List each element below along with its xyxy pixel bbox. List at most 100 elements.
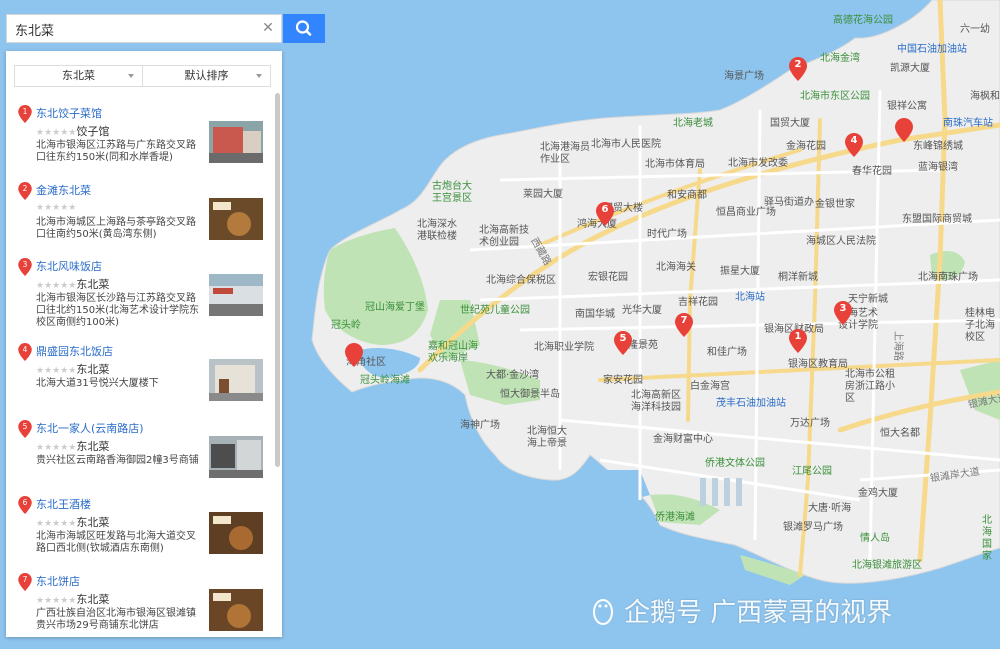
map-label[interactable]: 江尾公园 bbox=[792, 466, 832, 478]
map-label[interactable]: 桐洋新城 bbox=[778, 272, 818, 284]
map-label[interactable]: 金银世家 bbox=[815, 199, 855, 211]
map-label[interactable]: 时代广场 bbox=[647, 229, 687, 241]
map-marker-1[interactable]: 1 bbox=[789, 329, 807, 353]
map-label[interactable]: 侨港海滩 bbox=[655, 512, 695, 524]
result-name[interactable]: 鼎盛园东北饭店 bbox=[36, 343, 113, 359]
map-label[interactable]: 世纪苑儿童公园 bbox=[460, 305, 530, 317]
map-label[interactable]: 海城区人民法院 bbox=[806, 236, 876, 248]
search-button[interactable] bbox=[283, 14, 325, 43]
result-thumbnail[interactable] bbox=[209, 359, 263, 401]
category-filter[interactable]: 东北菜 bbox=[15, 66, 143, 86]
map-label[interactable]: 光华大厦 bbox=[622, 305, 662, 317]
result-thumbnail[interactable] bbox=[209, 121, 263, 163]
search-input[interactable] bbox=[7, 15, 267, 44]
map-label[interactable]: 北海市发改委 bbox=[728, 158, 788, 170]
result-thumbnail[interactable] bbox=[209, 274, 263, 316]
map-label[interactable]: 东峰锦绣城 bbox=[913, 141, 963, 153]
map-marker-6[interactable]: 6 bbox=[596, 202, 614, 226]
result-thumbnail[interactable] bbox=[209, 198, 263, 240]
result-item[interactable]: 4 鼎盛园东北饭店 ★★★★★东北菜 北海大道31号悦兴大厦楼下 bbox=[6, 341, 272, 417]
map-label[interactable]: 北海市公租房浙江路小区 bbox=[845, 369, 903, 405]
map-label[interactable]: 天宁新城 bbox=[848, 294, 888, 306]
map-label[interactable]: 北海市东区公园 bbox=[800, 91, 870, 103]
map-label[interactable]: 金海财富中心 bbox=[653, 434, 713, 446]
result-name[interactable]: 东北饺子菜馆 bbox=[36, 105, 102, 121]
map-marker-8[interactable] bbox=[895, 118, 913, 142]
scrollbar[interactable] bbox=[275, 93, 280, 467]
map-label[interactable]: 北海高新技术创业园 bbox=[479, 225, 529, 249]
map-label[interactable]: 冠头岭海滩 bbox=[360, 375, 410, 387]
result-thumbnail[interactable] bbox=[209, 589, 263, 631]
map-label[interactable]: 金海花园 bbox=[786, 141, 826, 153]
result-thumbnail[interactable] bbox=[209, 512, 263, 554]
result-item[interactable]: 1 东北饺子菜馆 ★★★★★饺子馆 北海市银海区江苏路与广东路交叉路口往东约15… bbox=[6, 103, 272, 179]
map-label[interactable]: 银滩罗马广场 bbox=[783, 522, 843, 534]
map-label[interactable]: 北海南珠广场 bbox=[918, 272, 978, 284]
map-label[interactable]: 南珠汽车站 bbox=[943, 118, 993, 130]
map-marker-3[interactable]: 3 bbox=[834, 301, 852, 325]
sort-filter[interactable]: 默认排序 bbox=[143, 66, 270, 86]
map-label[interactable]: 春华花园 bbox=[852, 166, 892, 178]
map-label[interactable]: 六一幼 bbox=[960, 24, 990, 36]
result-name[interactable]: 东北风味饭店 bbox=[36, 258, 102, 274]
map-label[interactable]: 振星大厦 bbox=[720, 266, 760, 278]
map-marker-4[interactable]: 4 bbox=[845, 133, 863, 157]
map-label[interactable]: 银祥公寓 bbox=[887, 101, 927, 113]
map-label[interactable]: 北海国家 bbox=[982, 515, 1000, 563]
map-label[interactable]: 情人岛 bbox=[860, 533, 890, 545]
map-label[interactable]: 侨港文体公园 bbox=[705, 458, 765, 470]
map-marker-2[interactable]: 2 bbox=[789, 57, 807, 81]
map-label[interactable]: 和安商都 bbox=[667, 190, 707, 202]
map-label[interactable]: 嘉和冠山海欢乐海岸 bbox=[428, 341, 478, 365]
map-label[interactable]: 北海港海员作业区 bbox=[540, 142, 590, 166]
result-item[interactable]: 5 东北一家人(云南路店) ★★★★★东北菜 贵兴社区云南路香海御园2幢3号商铺 bbox=[6, 418, 272, 494]
map-marker-5[interactable]: 5 bbox=[614, 331, 632, 355]
map-label[interactable]: 北海海关 bbox=[656, 262, 696, 274]
map-label[interactable]: 北海金湾 bbox=[820, 53, 860, 65]
map-label[interactable]: 北海恒大海上帝景 bbox=[527, 426, 571, 450]
map-marker-10[interactable] bbox=[345, 343, 363, 367]
map-label[interactable]: 凯源大厦 bbox=[890, 63, 930, 75]
map-label[interactable]: 恒大名都 bbox=[880, 428, 920, 440]
map-label[interactable]: 莱园大厦 bbox=[523, 189, 563, 201]
result-item[interactable]: 2 金滩东北菜 ★★★★★ 北海市海城区上海路与茶亭路交叉路口往南约50米(黄岛… bbox=[6, 180, 272, 256]
map-label[interactable]: 桂林电子北海校区 bbox=[965, 308, 1000, 344]
result-name[interactable]: 东北王酒楼 bbox=[36, 496, 91, 512]
result-name[interactable]: 东北饼店 bbox=[36, 573, 80, 589]
map-label[interactable]: 茂丰石油加油站 bbox=[716, 398, 786, 410]
map-label[interactable]: 恒昌商业广场 bbox=[716, 207, 776, 219]
map-label[interactable]: 隆景苑 bbox=[628, 340, 658, 352]
result-name[interactable]: 金滩东北菜 bbox=[36, 182, 91, 198]
map-label[interactable]: 蓝海银湾 bbox=[918, 162, 958, 174]
map-label[interactable]: 北海市人民医院 bbox=[591, 139, 661, 151]
map-label[interactable]: 北海综合保税区 bbox=[486, 275, 556, 287]
map-label[interactable]: 高德花海公园 bbox=[833, 15, 893, 27]
map-label[interactable]: 北海高新区海洋科技园 bbox=[631, 390, 681, 414]
map-label[interactable]: 和佳广场 bbox=[707, 347, 747, 359]
map-label[interactable]: 海景广场 bbox=[724, 71, 764, 83]
map-label[interactable]: 海枫和 bbox=[970, 91, 1000, 103]
result-item[interactable]: 3 东北风味饭店 ★★★★★东北菜 北海市银海区长沙路与江苏路交叉路口往北约15… bbox=[6, 256, 272, 332]
map-label[interactable]: 北海职业学院 bbox=[534, 342, 594, 354]
map-label[interactable]: 白金海宫 bbox=[690, 381, 730, 393]
map-label[interactable]: 大都·金沙湾 bbox=[486, 370, 539, 382]
result-item[interactable]: 7 东北饼店 ★★★★★东北菜 广西壮族自治区北海市银海区银滩镇贵兴市场29号商… bbox=[6, 571, 272, 637]
result-item[interactable]: 6 东北王酒楼 ★★★★★东北菜 北海市海城区旺发路与北海大道交叉路口西北侧(钦… bbox=[6, 494, 272, 570]
map-label[interactable]: 东盟国际商贸城 bbox=[902, 214, 972, 226]
map-label[interactable]: 北海市体育局 bbox=[645, 159, 705, 171]
map-label[interactable]: 金鸡大厦 bbox=[858, 488, 898, 500]
map-label[interactable]: 北海站 bbox=[735, 292, 765, 304]
map-label[interactable]: 宏银花园 bbox=[588, 272, 628, 284]
map-label[interactable]: 海神广场 bbox=[460, 420, 500, 432]
map-label[interactable]: 万达广场 bbox=[790, 418, 830, 430]
map-label[interactable]: 冠头岭 bbox=[331, 320, 361, 332]
map-label[interactable]: 恒大御景半岛 bbox=[500, 389, 560, 401]
clear-search-button[interactable]: ✕ bbox=[259, 19, 277, 37]
map-label[interactable]: 北海银滩旅游区 bbox=[852, 560, 922, 572]
map-label[interactable]: 银海区教育局 bbox=[788, 359, 848, 371]
map-label[interactable]: 中国石油加油站 bbox=[897, 44, 967, 56]
map-label[interactable]: 大唐·听海 bbox=[808, 503, 851, 515]
map-label[interactable]: 冠山海爱丁堡 bbox=[365, 302, 425, 314]
map-label[interactable]: 古炮台大王宫景区 bbox=[432, 181, 472, 205]
map-label[interactable]: 国贸大厦 bbox=[770, 118, 810, 130]
